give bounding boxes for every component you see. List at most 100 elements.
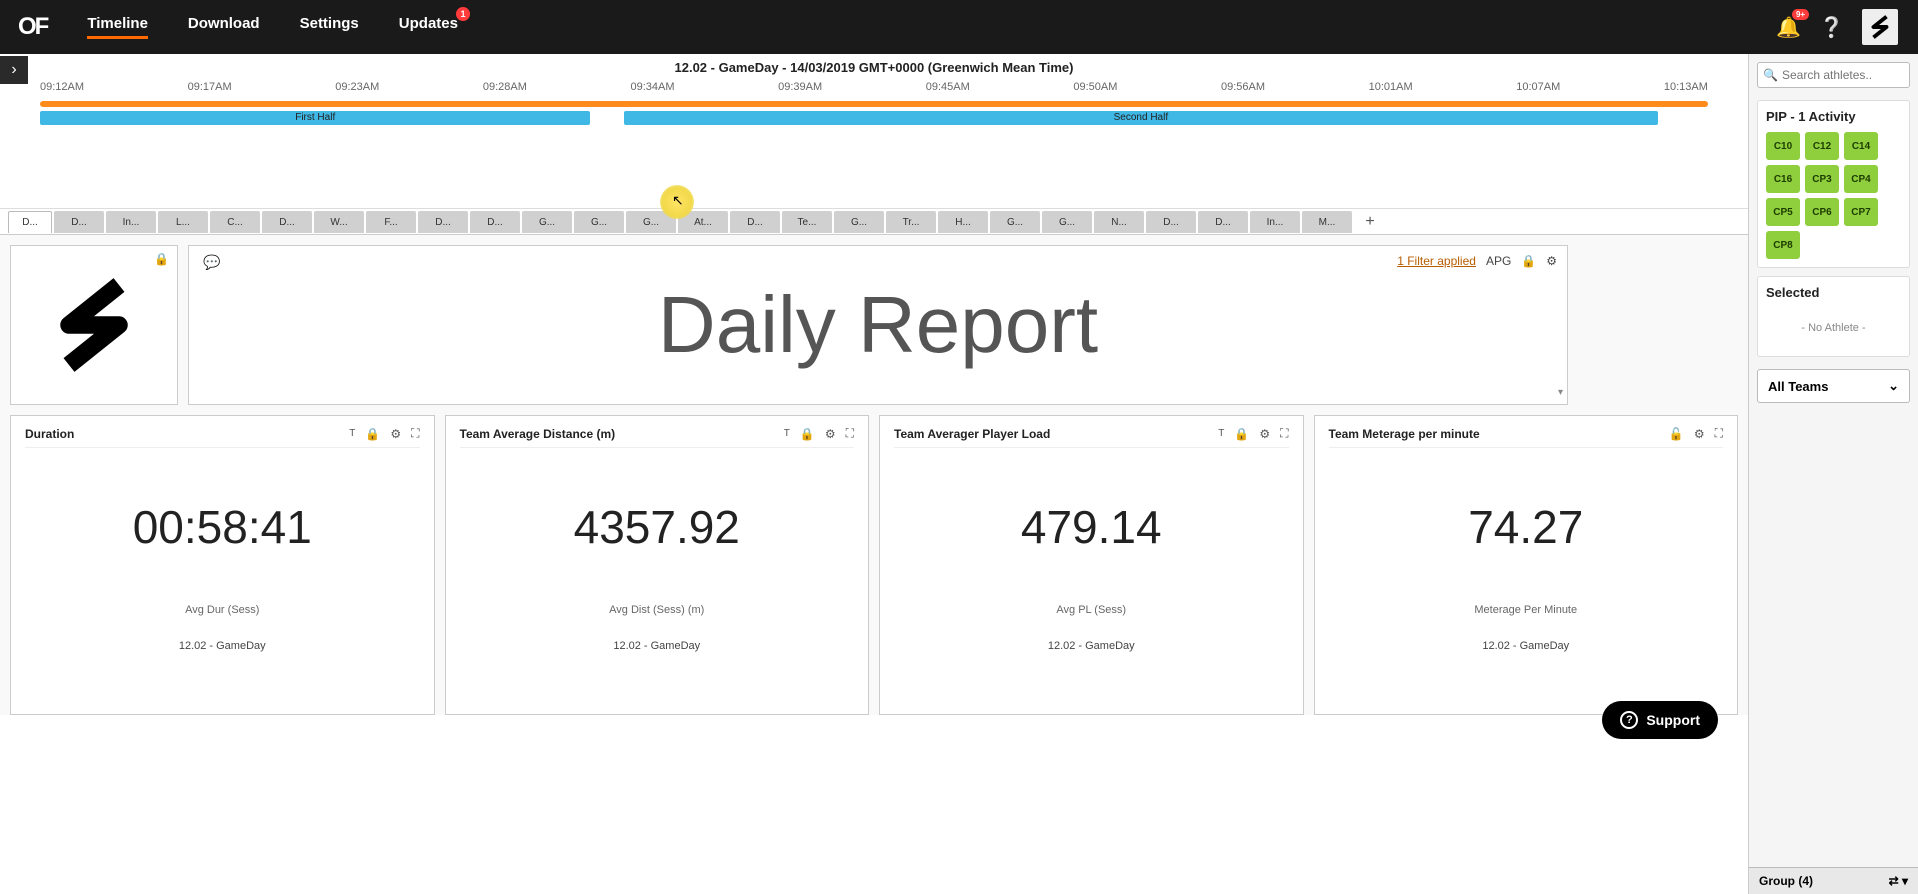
widget-tab[interactable]: W... xyxy=(314,211,364,233)
metric-value: 4357.92 xyxy=(574,500,740,554)
widget-tab[interactable]: D... xyxy=(8,211,52,233)
athlete-chip[interactable]: C14 xyxy=(1844,132,1878,160)
group-footer[interactable]: Group (4) ⇄ ▾ xyxy=(1749,867,1918,894)
gear-icon[interactable]: ⚙ xyxy=(1546,254,1557,268)
athlete-chip[interactable]: CP5 xyxy=(1766,198,1800,226)
period-first-half[interactable]: First Half xyxy=(40,111,590,125)
widget-tab[interactable]: D... xyxy=(262,211,312,233)
nav-settings[interactable]: Settings xyxy=(300,15,359,39)
search-input[interactable] xyxy=(1757,62,1910,88)
session-bar[interactable] xyxy=(40,101,1708,107)
session-title: 12.02 - GameDay - 14/03/2019 GMT+0000 (G… xyxy=(0,60,1748,75)
metric-session: 12.02 - GameDay xyxy=(613,640,700,652)
support-label: Support xyxy=(1646,712,1700,728)
gear-icon[interactable]: ⚙ xyxy=(825,427,836,441)
lock-icon[interactable]: 🔒 xyxy=(154,252,169,266)
athlete-chip[interactable]: CP4 xyxy=(1844,165,1878,193)
widget-tab[interactable]: D... xyxy=(418,211,468,233)
selected-section: Selected - No Athlete - xyxy=(1757,276,1910,357)
widget-tab[interactable]: D... xyxy=(470,211,520,233)
widget-tab[interactable]: M... xyxy=(1302,211,1352,233)
time-tick: 09:28AM xyxy=(483,81,527,93)
metric-duration: Duration T 🔒 ⚙ ⛶ 00:58:41 Avg Dur (Sess)… xyxy=(10,415,435,715)
widget-tab[interactable]: G... xyxy=(626,211,676,233)
athlete-chip[interactable]: CP8 xyxy=(1766,231,1800,259)
notifications-button[interactable]: 🔔 9+ xyxy=(1776,15,1801,40)
widget-tab[interactable]: In... xyxy=(1250,211,1300,233)
widget-tab[interactable]: In... xyxy=(106,211,156,233)
period-second-half[interactable]: Second Half xyxy=(624,111,1658,125)
widget-tab[interactable]: D... xyxy=(1146,211,1196,233)
widget-tab[interactable]: D... xyxy=(54,211,104,233)
metric-meterage: Team Meterage per minute 🔓 ⚙ ⛶ 74.27 Met… xyxy=(1314,415,1739,715)
widget-tab[interactable]: Te... xyxy=(782,211,832,233)
gear-icon[interactable]: ⚙ xyxy=(1259,427,1270,441)
widget-tabs: D... D... In... L... C... D... W... F...… xyxy=(0,209,1748,235)
widget-tab[interactable]: D... xyxy=(1198,211,1248,233)
comment-icon[interactable]: 💬 xyxy=(203,254,220,271)
widget-tab[interactable]: At... xyxy=(678,211,728,233)
group-controls-icon[interactable]: ⇄ ▾ xyxy=(1889,874,1908,888)
widget-tab[interactable]: C... xyxy=(210,211,260,233)
widget-tab[interactable]: G... xyxy=(990,211,1040,233)
athlete-chip[interactable]: C10 xyxy=(1766,132,1800,160)
widget-tab[interactable]: D... xyxy=(730,211,780,233)
expand-panel-button[interactable]: › xyxy=(0,56,28,84)
expand-icon[interactable]: ⛶ xyxy=(846,426,854,441)
athlete-chip[interactable]: C12 xyxy=(1805,132,1839,160)
lock-icon[interactable]: 🔓 xyxy=(1669,427,1684,441)
t-label: T xyxy=(349,428,355,439)
lock-icon[interactable]: 🔒 xyxy=(800,427,815,441)
metric-player-load: Team Averager Player Load T 🔒 ⚙ ⛶ 479.14… xyxy=(879,415,1304,715)
nav-updates[interactable]: Updates 1 xyxy=(399,15,458,39)
widget-tab[interactable]: F... xyxy=(366,211,416,233)
widget-tab[interactable]: N... xyxy=(1094,211,1144,233)
athlete-panel: 🔍 PIP - 1 Activity C10 C12 C14 C16 CP3 C… xyxy=(1748,54,1918,894)
gear-icon[interactable]: ⚙ xyxy=(1694,427,1705,441)
nav-timeline[interactable]: Timeline xyxy=(87,15,148,39)
time-tick: 09:50AM xyxy=(1073,81,1117,93)
metric-subtitle: Avg Dur (Sess) xyxy=(185,604,259,616)
add-tab-button[interactable]: + xyxy=(1357,211,1383,233)
t-label: T xyxy=(784,428,790,439)
expand-icon[interactable]: ⛶ xyxy=(1715,426,1723,441)
widget-tab[interactable]: H... xyxy=(938,211,988,233)
metric-session: 12.02 - GameDay xyxy=(179,640,266,652)
athlete-chip[interactable]: CP7 xyxy=(1844,198,1878,226)
widget-tab[interactable]: G... xyxy=(834,211,884,233)
widget-tab[interactable]: G... xyxy=(574,211,624,233)
metric-distance: Team Average Distance (m) T 🔒 ⚙ ⛶ 4357.9… xyxy=(445,415,870,715)
athlete-chip[interactable]: C16 xyxy=(1766,165,1800,193)
filter-applied-link[interactable]: 1 Filter applied xyxy=(1397,254,1476,268)
brand-logo[interactable] xyxy=(1862,9,1898,45)
help-icon[interactable]: ❔ xyxy=(1819,15,1844,40)
lock-icon[interactable]: 🔒 xyxy=(1234,427,1249,441)
scroll-indicator-icon[interactable]: ▾ xyxy=(1558,387,1563,398)
help-circle-icon: ? xyxy=(1620,711,1638,729)
team-select[interactable]: All Teams ⌄ xyxy=(1757,369,1910,403)
logo-widget: 🔒 xyxy=(10,245,178,405)
athlete-chip[interactable]: CP3 xyxy=(1805,165,1839,193)
time-tick: 09:34AM xyxy=(631,81,675,93)
widget-tab[interactable]: G... xyxy=(1042,211,1092,233)
metric-session: 12.02 - GameDay xyxy=(1048,640,1135,652)
t-label: T xyxy=(1218,428,1224,439)
chevron-down-icon: ⌄ xyxy=(1888,378,1899,394)
expand-icon[interactable]: ⛶ xyxy=(1280,426,1288,441)
widget-tab[interactable]: G... xyxy=(522,211,572,233)
timeline-track[interactable]: First Half Second Half xyxy=(40,101,1708,129)
expand-icon[interactable]: ⛶ xyxy=(411,426,419,441)
time-tick: 09:17AM xyxy=(188,81,232,93)
gear-icon[interactable]: ⚙ xyxy=(390,427,401,441)
widget-tab[interactable]: L... xyxy=(158,211,208,233)
nav-download[interactable]: Download xyxy=(188,15,260,39)
support-button[interactable]: ? Support xyxy=(1602,701,1718,739)
athlete-chip[interactable]: CP6 xyxy=(1805,198,1839,226)
lock-icon[interactable]: 🔒 xyxy=(365,427,380,441)
bell-icon: 🔔 xyxy=(1776,17,1801,39)
athlete-chip-grid: C10 C12 C14 C16 CP3 CP4 CP5 CP6 CP7 CP8 xyxy=(1766,132,1901,259)
lock-icon[interactable]: 🔒 xyxy=(1521,254,1536,268)
widget-tab[interactable]: Tr... xyxy=(886,211,936,233)
metric-subtitle: Avg Dist (Sess) (m) xyxy=(609,604,704,616)
empty-widget-slot xyxy=(1578,245,1738,405)
